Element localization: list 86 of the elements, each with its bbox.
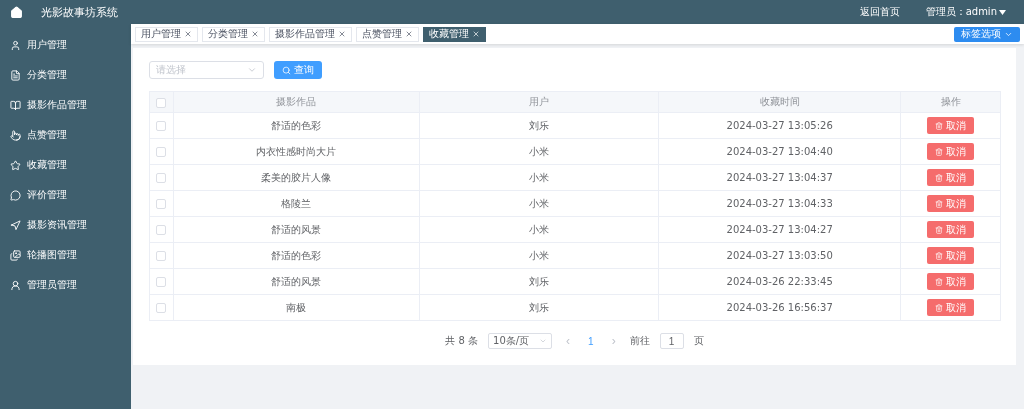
- table-cell: 小米: [419, 190, 659, 217]
- table-cell: 内衣性感时尚大片: [173, 138, 420, 165]
- column-header: 操作: [900, 91, 1001, 113]
- caret-icon: [999, 9, 1006, 15]
- trash-icon: [935, 147, 943, 156]
- table-cell: 柔美的胶片人像: [173, 164, 420, 191]
- table-cell: 2024-03-27 13:03:50: [658, 242, 901, 269]
- pointing-hand-icon: [10, 129, 21, 141]
- trash-icon: [935, 173, 943, 182]
- checkbox[interactable]: [156, 303, 167, 313]
- column-header: 用户: [419, 91, 659, 113]
- page-suffix: 页: [693, 334, 704, 348]
- sidebar-item[interactable]: 收藏管理: [0, 150, 131, 180]
- table-cell: 2024-03-26 16:56:37: [658, 294, 901, 321]
- table-cell: 舒适的色彩: [173, 112, 420, 139]
- checkbox[interactable]: [156, 199, 167, 209]
- home-link[interactable]: 返回首页: [859, 5, 900, 19]
- table-cell: 刘乐: [419, 268, 659, 295]
- close-icon[interactable]: [338, 30, 346, 38]
- column-header: 摄影作品: [173, 91, 420, 113]
- table-cell: 2024-03-27 13:04:40: [658, 138, 901, 165]
- trash-icon: [935, 225, 943, 234]
- person-icon: [10, 279, 21, 291]
- trash-icon: [935, 277, 943, 286]
- chevron-down-icon: [247, 65, 257, 75]
- checkbox[interactable]: [156, 277, 167, 287]
- sidebar-item[interactable]: 管理员管理: [0, 270, 131, 300]
- table-cell: 小米: [419, 164, 659, 191]
- close-icon[interactable]: [405, 30, 413, 38]
- trash-icon: [935, 303, 943, 312]
- user-menu[interactable]: 管理员：admin: [925, 5, 1006, 19]
- table-cell: 2024-03-26 22:33:45: [658, 268, 901, 295]
- goto-label: 前往: [629, 334, 650, 348]
- tab[interactable]: 点赞管理: [356, 26, 419, 42]
- trash-icon: [935, 199, 943, 208]
- sidebar-item[interactable]: 评价管理: [0, 180, 131, 210]
- sidebar-item[interactable]: 摄影作品管理: [0, 90, 131, 120]
- table-cell: 格陵兰: [173, 190, 420, 217]
- table-cell: 舒适的风景: [173, 216, 420, 243]
- images-icon: [10, 249, 21, 261]
- sidebar-item[interactable]: 摄影资讯管理: [0, 210, 131, 240]
- table-cell: 小米: [419, 216, 659, 243]
- home-icon[interactable]: [10, 5, 23, 19]
- checkbox[interactable]: [156, 147, 167, 157]
- tab[interactable]: 收藏管理: [423, 26, 486, 42]
- table-cell: 2024-03-27 13:05:26: [658, 112, 901, 139]
- page-input[interactable]: 1: [659, 333, 684, 349]
- table-cell: 南极: [173, 294, 420, 321]
- sidebar-item[interactable]: 点赞管理: [0, 120, 131, 150]
- checkbox[interactable]: [156, 251, 167, 261]
- document-icon: [10, 69, 21, 81]
- table-cell: 2024-03-27 13:04:37: [658, 164, 901, 191]
- table-cell: 刘乐: [419, 294, 659, 321]
- close-icon[interactable]: [184, 30, 192, 38]
- table-cell: 舒适的色彩: [173, 242, 420, 269]
- tab-options-button[interactable]: 标签选项: [954, 26, 1020, 42]
- app-title: 光影故事坊系统: [41, 4, 119, 20]
- checkbox[interactable]: [156, 97, 167, 108]
- book-icon: [10, 99, 21, 111]
- table-cell: 小米: [419, 242, 659, 269]
- tab[interactable]: 摄影作品管理: [269, 26, 352, 42]
- checkbox[interactable]: [156, 173, 167, 183]
- trash-icon: [935, 251, 943, 260]
- table-cell: 2024-03-27 13:04:33: [658, 190, 901, 217]
- search-icon: [282, 65, 291, 75]
- sidebar-item[interactable]: 轮播图管理: [0, 240, 131, 270]
- close-icon[interactable]: [251, 30, 259, 38]
- checkbox[interactable]: [156, 121, 167, 131]
- chat-bubble-icon: [10, 189, 21, 201]
- chevron-down-icon: [539, 337, 548, 345]
- checkbox[interactable]: [156, 225, 167, 235]
- trash-icon: [935, 121, 943, 130]
- tab[interactable]: 用户管理: [135, 26, 198, 42]
- star-icon: [10, 159, 21, 171]
- sidebar-item[interactable]: 用户管理: [0, 30, 131, 60]
- table-cell: 舒适的风景: [173, 268, 420, 295]
- page-size-select[interactable]: 10条/页: [488, 333, 553, 349]
- table-cell: 小米: [419, 138, 659, 165]
- table-cell: 刘乐: [419, 112, 659, 139]
- tab[interactable]: 分类管理: [202, 26, 265, 42]
- total-count: 共 8 条: [445, 334, 479, 348]
- navigation-arrow-icon: [10, 219, 21, 231]
- table-cell: 2024-03-27 13:04:27: [658, 216, 901, 243]
- sidebar-item[interactable]: 分类管理: [0, 60, 131, 90]
- column-header: 收藏时间: [658, 91, 901, 113]
- user-icon: [10, 39, 21, 51]
